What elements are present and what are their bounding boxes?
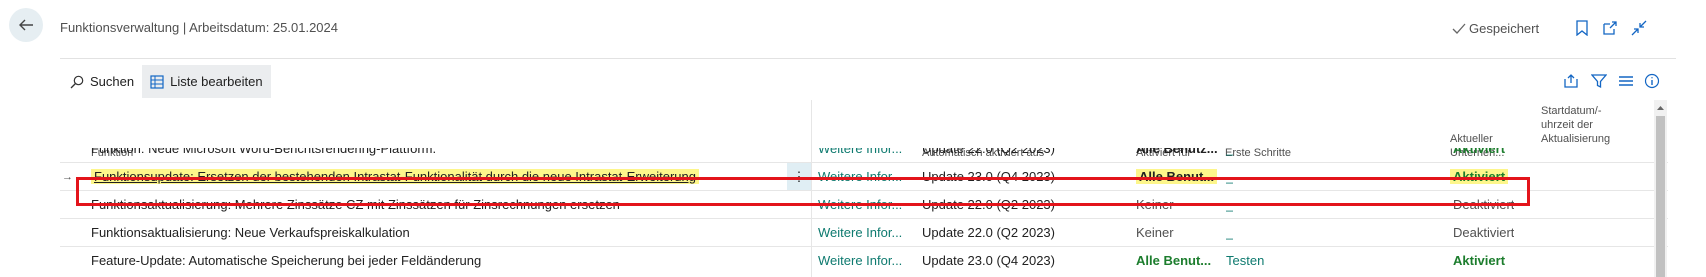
saved-label: Gespeichert xyxy=(1469,21,1540,36)
enabled-for-value[interactable]: Keiner xyxy=(1136,191,1174,218)
feature-name: Feature-Update: Automatische Speicherung… xyxy=(91,253,482,268)
enabled-for-value[interactable]: Alle Benut... xyxy=(1136,163,1218,190)
list-icon[interactable] xyxy=(1617,72,1635,90)
status-value: Aktiviert xyxy=(1453,253,1506,268)
filter-icon[interactable] xyxy=(1590,72,1608,90)
row-actions-menu-icon[interactable]: ⋮ xyxy=(787,163,811,190)
share-icon[interactable] xyxy=(1562,72,1580,90)
back-button[interactable] xyxy=(9,8,43,42)
scrollbar-thumb[interactable] xyxy=(1656,116,1665,277)
more-info-link[interactable]: Weitere Infor... xyxy=(818,191,902,218)
search-label: Suchen xyxy=(90,74,135,89)
vertical-scrollbar[interactable] xyxy=(1654,100,1667,277)
column-header-startdatum-line2: uhrzeit der xyxy=(1541,119,1593,131)
auto-enabled-value: Update 22.0 (Q2 2023) xyxy=(922,225,1055,240)
enabled-for-value[interactable]: Keiner xyxy=(1136,219,1174,246)
row-selected-arrow-icon: → xyxy=(62,170,72,183)
column-header-aktueller-line1: Aktueller xyxy=(1450,133,1493,145)
bookmark-icon[interactable] xyxy=(1574,20,1590,36)
status-value: Deaktiviert xyxy=(1453,197,1515,212)
feature-name: Funktion: Neue Microsoft Word-Berichtsre… xyxy=(91,148,437,156)
more-info-link[interactable]: Weitere Infor... xyxy=(818,219,902,246)
auto-enabled-value: Update 23.0 (Q4 2023) xyxy=(922,169,1055,184)
feature-name[interactable]: Funktionsupdate: Ersetzen der bestehende… xyxy=(91,163,699,190)
enabled-for-value[interactable]: Alle Benutz... xyxy=(1136,148,1218,162)
table-row[interactable]: Funktionsaktualisierung: Mehrere Zinssät… xyxy=(60,190,1668,218)
first-steps-link[interactable]: _ xyxy=(1226,219,1233,246)
first-steps-link[interactable]: Testen xyxy=(1226,247,1264,274)
search-button[interactable]: Suchen xyxy=(62,65,142,98)
auto-enabled-value: Update 22.0 (Q2 2023) xyxy=(922,148,1055,156)
column-header-startdatum[interactable]: Startdatum/- uhrzeit der Aktualisierung xyxy=(1541,104,1610,146)
status-value: Aktiviert xyxy=(1453,148,1506,156)
table-row[interactable]: Funktionsaktualisierung: Neue Verkaufspr… xyxy=(60,218,1668,246)
collapse-icon[interactable] xyxy=(1631,20,1647,36)
first-steps-link[interactable]: _ xyxy=(1226,148,1233,162)
edit-list-label: Liste bearbeiten xyxy=(170,74,263,89)
column-header-startdatum-line3: Aktualisierung xyxy=(1541,133,1611,145)
edit-list-button[interactable]: Liste bearbeiten xyxy=(142,65,271,98)
edit-list-icon xyxy=(150,74,164,89)
action-bar: Suchen Liste bearbeiten xyxy=(62,65,271,98)
page-title: Funktionsverwaltung | Arbeitsdatum: 25.0… xyxy=(60,20,338,35)
auto-enabled-value: Update 23.0 (Q4 2023) xyxy=(922,253,1055,268)
table-row[interactable]: Funktion: Neue Microsoft Word-Berichtsre… xyxy=(60,148,1668,162)
auto-enabled-value: Update 22.0 (Q2 2023) xyxy=(922,197,1055,212)
status-value: Aktiviert xyxy=(1450,163,1509,190)
checkmark-icon xyxy=(1452,23,1466,34)
header-divider xyxy=(60,58,1676,59)
more-info-link[interactable]: Weitere Infor... xyxy=(818,148,902,162)
feature-name: Funktionsaktualisierung: Mehrere Zinssät… xyxy=(91,197,620,212)
saved-status: Gespeichert xyxy=(1452,21,1539,36)
first-steps-link[interactable]: _ xyxy=(1226,191,1233,218)
info-icon[interactable] xyxy=(1643,72,1661,90)
feature-name: Funktionsaktualisierung: Neue Verkaufspr… xyxy=(91,225,410,240)
status-value: Deaktiviert xyxy=(1453,225,1515,240)
more-info-link[interactable]: Weitere Infor... xyxy=(818,163,902,190)
enabled-for-value[interactable]: Alle Benut... xyxy=(1136,247,1211,274)
feature-name-text[interactable]: Funktionsupdate: Ersetzen der bestehende… xyxy=(91,169,699,184)
table-row-selected[interactable]: → Funktionsupdate: Ersetzen der bestehen… xyxy=(60,162,1668,190)
scroll-up-icon[interactable] xyxy=(1654,102,1667,114)
status-text: Aktiviert xyxy=(1450,169,1509,184)
back-arrow-icon xyxy=(19,19,33,31)
enabled-for-text: Alle Benut... xyxy=(1136,169,1218,184)
feature-list-grid: Funktion Automatisch aktiviert aus Aktiv… xyxy=(60,100,1668,277)
column-header-startdatum-line1: Startdatum/- xyxy=(1541,105,1602,117)
first-steps-link[interactable]: _ xyxy=(1226,163,1233,190)
search-icon xyxy=(70,75,84,88)
more-info-link[interactable]: Weitere Infor... xyxy=(818,247,902,274)
open-new-window-icon[interactable] xyxy=(1602,20,1618,36)
table-row[interactable]: Feature-Update: Automatische Speicherung… xyxy=(60,246,1668,274)
